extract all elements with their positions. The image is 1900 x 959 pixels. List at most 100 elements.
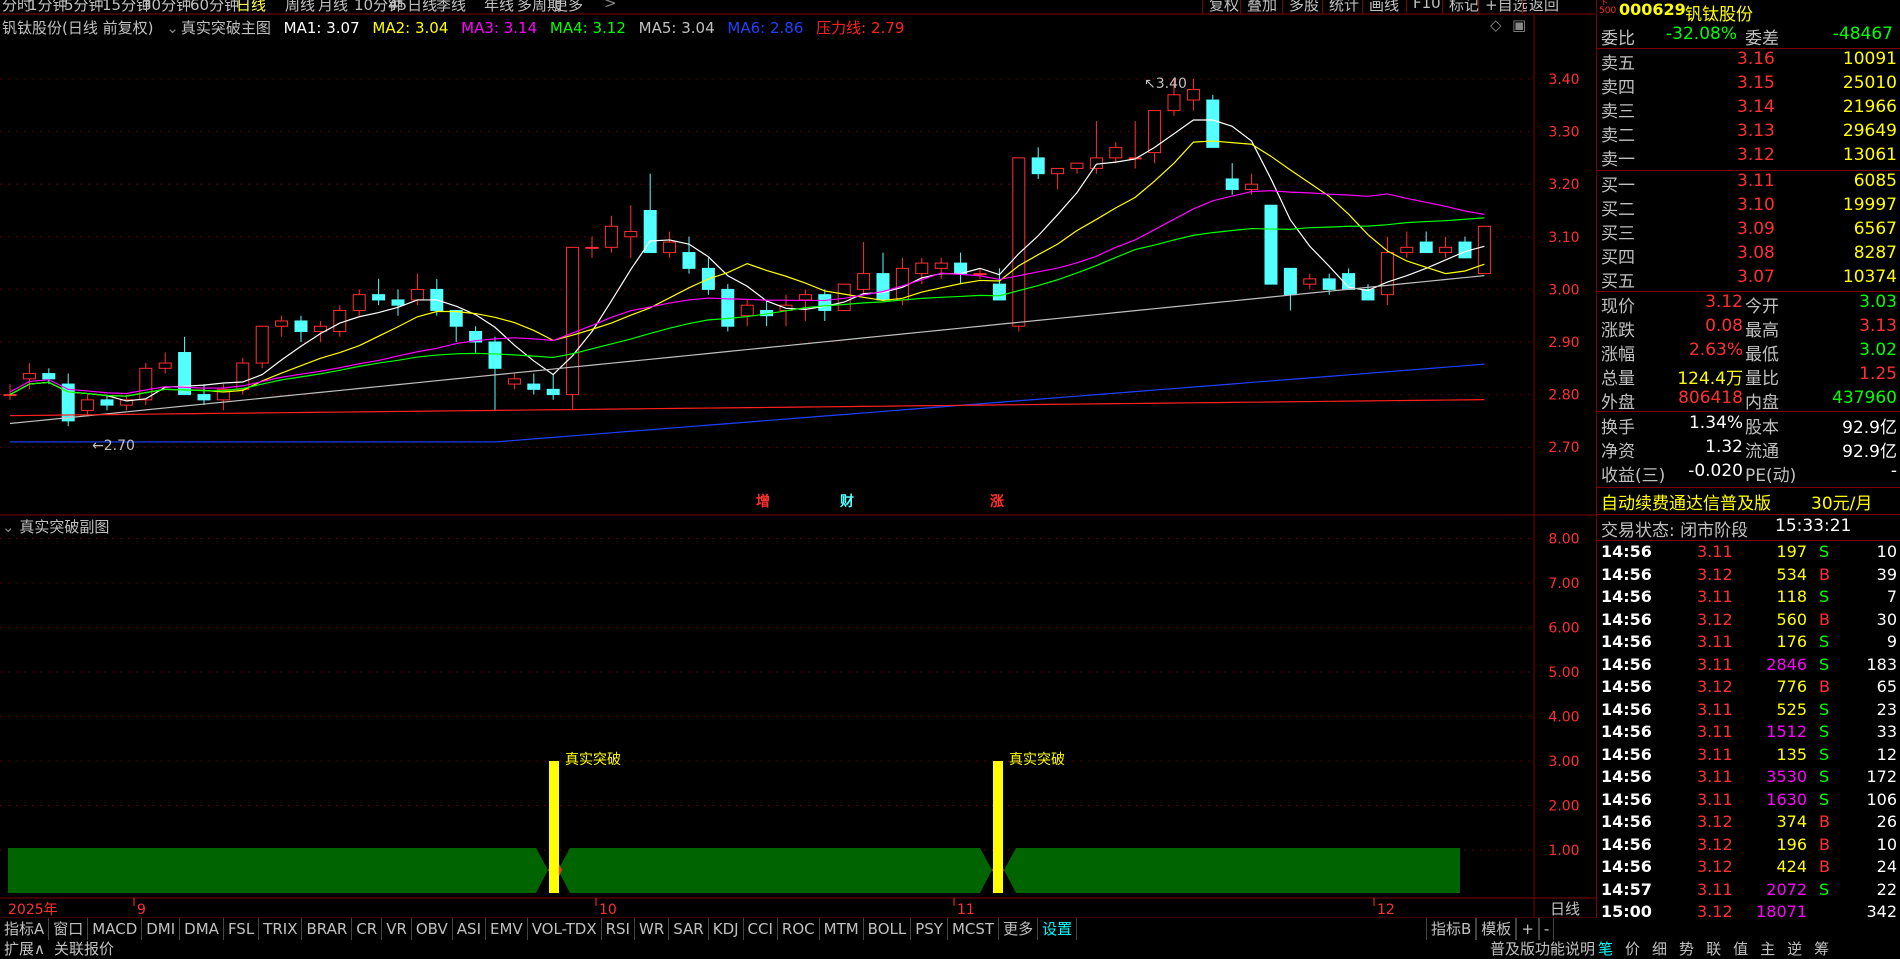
main-indicator-name[interactable]: 真实突破主图 <box>181 19 271 37</box>
candle-body <box>275 320 289 327</box>
event-marker[interactable]: 涨 <box>990 494 1004 510</box>
quote-tab-8[interactable]: 筹 <box>1814 940 1829 958</box>
indicator-tab-25[interactable]: 设置 <box>1038 918 1078 940</box>
quote-tab-2[interactable]: 细 <box>1652 940 1667 958</box>
ma3-label: MA3: 3.14 <box>461 19 538 37</box>
candle-body <box>1070 162 1084 169</box>
quote-tab-3[interactable]: 势 <box>1679 940 1694 958</box>
status-bar: 扩展∧ 关联报价 普及版功能说明 笔价细势联值主逆筹 <box>0 940 1900 959</box>
kline-chart[interactable]: 3.40 3.30 3.20 3.10 3.00 2.90 2.80 2.70 8.00 7.00… <box>0 0 1596 918</box>
indicator-tab-22[interactable]: PSY <box>911 918 948 940</box>
stat-value: 3.12 <box>1705 292 1743 312</box>
indicator-tab-11[interactable]: ASI <box>453 918 486 940</box>
quote-tab-4[interactable]: 联 <box>1706 940 1721 958</box>
tick-volume: 1630 <box>1766 789 1807 809</box>
indicator-tab-9[interactable]: VR <box>382 918 412 940</box>
tick-volume: 1512 <box>1766 722 1807 741</box>
indicator-tab-4[interactable]: DMA <box>180 918 224 940</box>
candle-body <box>857 273 871 290</box>
indicator-tab-24[interactable]: 更多 <box>999 918 1039 940</box>
quote-panel: 卡 500 000629 钒钛股份 委比 -32.08% 委差 -48467 卖五… <box>1596 0 1900 921</box>
right-tab-1[interactable]: 模板 <box>1476 918 1517 940</box>
candle-body <box>158 362 172 369</box>
stat-label: 涨跌 <box>1601 321 1635 341</box>
indicator-tab-8[interactable]: CR <box>352 918 383 940</box>
tick-price: 3.11 <box>1697 542 1733 561</box>
stat-value: 1.34% <box>1688 413 1743 433</box>
candle-body <box>546 388 560 396</box>
indicator-tab-20[interactable]: MTM <box>820 918 864 940</box>
diamond-icon[interactable]: ◇ <box>1490 16 1502 34</box>
tick-volume: 196 <box>1776 834 1807 854</box>
tick-side: S <box>1819 654 1830 674</box>
candle-body <box>818 294 832 311</box>
indicator-tab-1[interactable]: 窗口 <box>49 918 89 940</box>
sub-toggle-icon[interactable]: ⌄ <box>2 518 15 536</box>
tick-volume: 135 <box>1776 744 1807 764</box>
right-tab-0[interactable]: 指标B <box>1426 918 1477 940</box>
tick-time: 14:56 <box>1601 857 1652 876</box>
event-marker[interactable]: 财 <box>839 493 854 510</box>
related-quote-button[interactable]: 关联报价 <box>54 938 114 959</box>
window-icon[interactable]: ▣ <box>1512 16 1526 34</box>
tick-row: 14:56 3.11 135 S 12 <box>1597 745 1900 769</box>
indicator-tab-15[interactable]: WR <box>635 918 670 940</box>
indicator-tab-23[interactable]: MCST <box>948 918 1000 940</box>
indicator-tab-10[interactable]: OBV <box>412 918 453 940</box>
tick-price: 3.12 <box>1697 812 1733 831</box>
right-tab-2[interactable]: + <box>1516 918 1539 940</box>
tick-count: 106 <box>1866 789 1897 809</box>
indicator-tab-17[interactable]: KDJ <box>709 918 744 940</box>
indicator-tab-19[interactable]: ROC <box>778 918 820 940</box>
right-tab-3[interactable]: - <box>1538 918 1555 940</box>
help-link[interactable]: 普及版功能说明 <box>1490 938 1595 959</box>
promo-row[interactable]: 自动续费通达信普及版 30元/月 <box>1597 489 1900 514</box>
ask-price: 3.13 <box>1737 121 1775 141</box>
expand-button[interactable]: 扩展∧ <box>4 938 45 959</box>
promo-text[interactable]: 自动续费通达信普及版 <box>1601 489 1771 514</box>
stat-value: 806418 <box>1678 388 1743 408</box>
indicator-tab-2[interactable]: MACD <box>88 918 143 940</box>
event-marker[interactable]: 增 <box>756 493 770 510</box>
indicator-tab-6[interactable]: TRIX <box>259 918 303 940</box>
indicator-tab-3[interactable]: DMI <box>142 918 181 940</box>
indicator-tab-14[interactable]: RSI <box>602 918 635 940</box>
quote-tab-7[interactable]: 逆 <box>1787 940 1802 958</box>
indicator-tab-5[interactable]: FSL <box>224 918 260 940</box>
indicator-tab-7[interactable]: BRAR <box>302 918 353 940</box>
ma6-label: MA6: 2.86 <box>727 19 804 37</box>
ask-volume: 13061 <box>1842 145 1897 165</box>
ma2-label: MA2: 3.04 <box>372 19 449 37</box>
indicator-toggle-icon[interactable]: ⌄ <box>166 19 179 37</box>
candle-body <box>3 394 17 397</box>
period-label[interactable]: 日线 <box>1550 900 1580 918</box>
tick-side: B <box>1819 677 1830 696</box>
signal-band <box>558 848 992 893</box>
indicator-tab-18[interactable]: CCI <box>744 918 778 940</box>
indicator-tab-12[interactable]: EMV <box>486 918 528 940</box>
indicator-tab-16[interactable]: SAR <box>669 918 709 940</box>
candle-body <box>1051 167 1065 175</box>
quote-tab-5[interactable]: 值 <box>1733 940 1748 958</box>
quote-tab-1[interactable]: 价 <box>1625 940 1640 958</box>
stat-row: 换手 1.34% 股本 92.9亿 <box>1597 413 1900 438</box>
stock-name: 钒钛股份 <box>1685 5 1753 25</box>
stat-value: 0.08 <box>1705 316 1743 336</box>
candle-body <box>294 320 308 332</box>
tick-side: S <box>1819 587 1830 606</box>
tick-time: 14:56 <box>1601 609 1652 629</box>
bid-volume: 6567 <box>1853 219 1897 239</box>
stat-label2: 流通 <box>1745 442 1779 462</box>
quote-tab-0[interactable]: 笔 <box>1598 940 1613 958</box>
candle-body <box>507 378 521 385</box>
ask-price: 3.12 <box>1737 145 1775 165</box>
candle-body <box>197 394 211 401</box>
promo-price[interactable]: 30元/月 <box>1811 489 1872 514</box>
sub-indicator-name[interactable]: 真实突破副图 <box>19 518 109 536</box>
candle-body <box>604 225 618 248</box>
indicator-tab-13[interactable]: VOL-TDX <box>528 918 602 940</box>
tick-count: 7 <box>1886 587 1897 606</box>
indicator-tab-21[interactable]: BOLL <box>864 918 912 940</box>
indicator-tab-0[interactable]: 指标A <box>0 918 50 940</box>
quote-tab-6[interactable]: 主 <box>1760 940 1775 958</box>
